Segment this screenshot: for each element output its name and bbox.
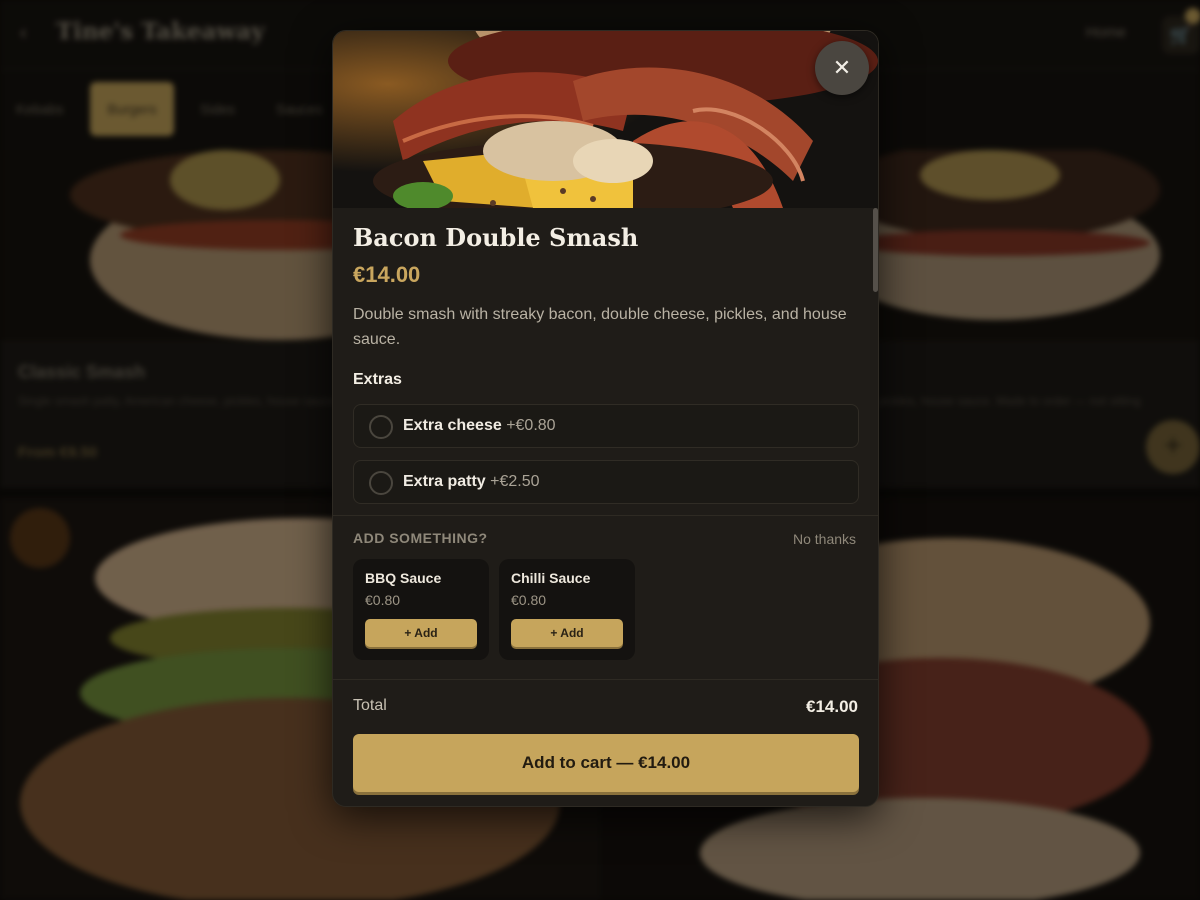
item-price: €14.00 (353, 262, 421, 287)
upsell-card-bbq-sauce: BBQ Sauce €0.80 + Add (353, 559, 489, 660)
extra-patty-label: Extra patty (403, 473, 486, 490)
extra-cheese-label-wrap: Extra cheese +€0.80 (403, 417, 556, 435)
upsell-card-chilli-sauce: Chilli Sauce €0.80 + Add (499, 559, 635, 660)
add-bbq-sauce-button[interactable]: + Add (365, 619, 477, 647)
item-detail-modal: ✕ Bacon Double Smash €14.00 Double smash… (332, 30, 879, 807)
extra-option-patty[interactable]: Extra patty +€2.50 (353, 460, 859, 504)
total-value: €14.00 (806, 697, 858, 716)
extra-patty-radio[interactable] (369, 471, 393, 495)
extras-heading: Extras (353, 371, 402, 388)
add-to-cart-button[interactable]: Add to cart — €14.00 (353, 734, 859, 792)
extra-option-cheese[interactable]: Extra cheese +€0.80 (353, 404, 859, 448)
no-thanks-link[interactable]: No thanks (793, 531, 856, 547)
extra-cheese-price: +€0.80 (506, 417, 556, 434)
add-chilli-sauce-button[interactable]: + Add (511, 619, 623, 647)
footer-divider (333, 679, 878, 680)
upsell-heading: ADD SOMETHING? (353, 530, 488, 546)
extra-cheese-label: Extra cheese (403, 417, 502, 434)
upsell-name-chilli: Chilli Sauce (511, 570, 591, 586)
close-icon[interactable]: ✕ (815, 41, 869, 95)
item-hero-image: ✕ (333, 31, 878, 208)
extra-patty-label-wrap: Extra patty +€2.50 (403, 473, 540, 491)
item-title: Bacon Double Smash (353, 223, 639, 252)
upsell-price-bbq: €0.80 (365, 592, 401, 608)
extra-patty-price: +€2.50 (490, 473, 540, 490)
modal-scrollbar[interactable] (873, 208, 878, 292)
upsell-price-chilli: €0.80 (511, 592, 547, 608)
section-divider (333, 515, 878, 516)
extra-cheese-radio[interactable] (369, 415, 393, 439)
item-description: Double smash with streaky bacon, double … (353, 306, 847, 348)
total-label: Total (353, 697, 387, 714)
upsell-name-bbq: BBQ Sauce (365, 570, 442, 586)
